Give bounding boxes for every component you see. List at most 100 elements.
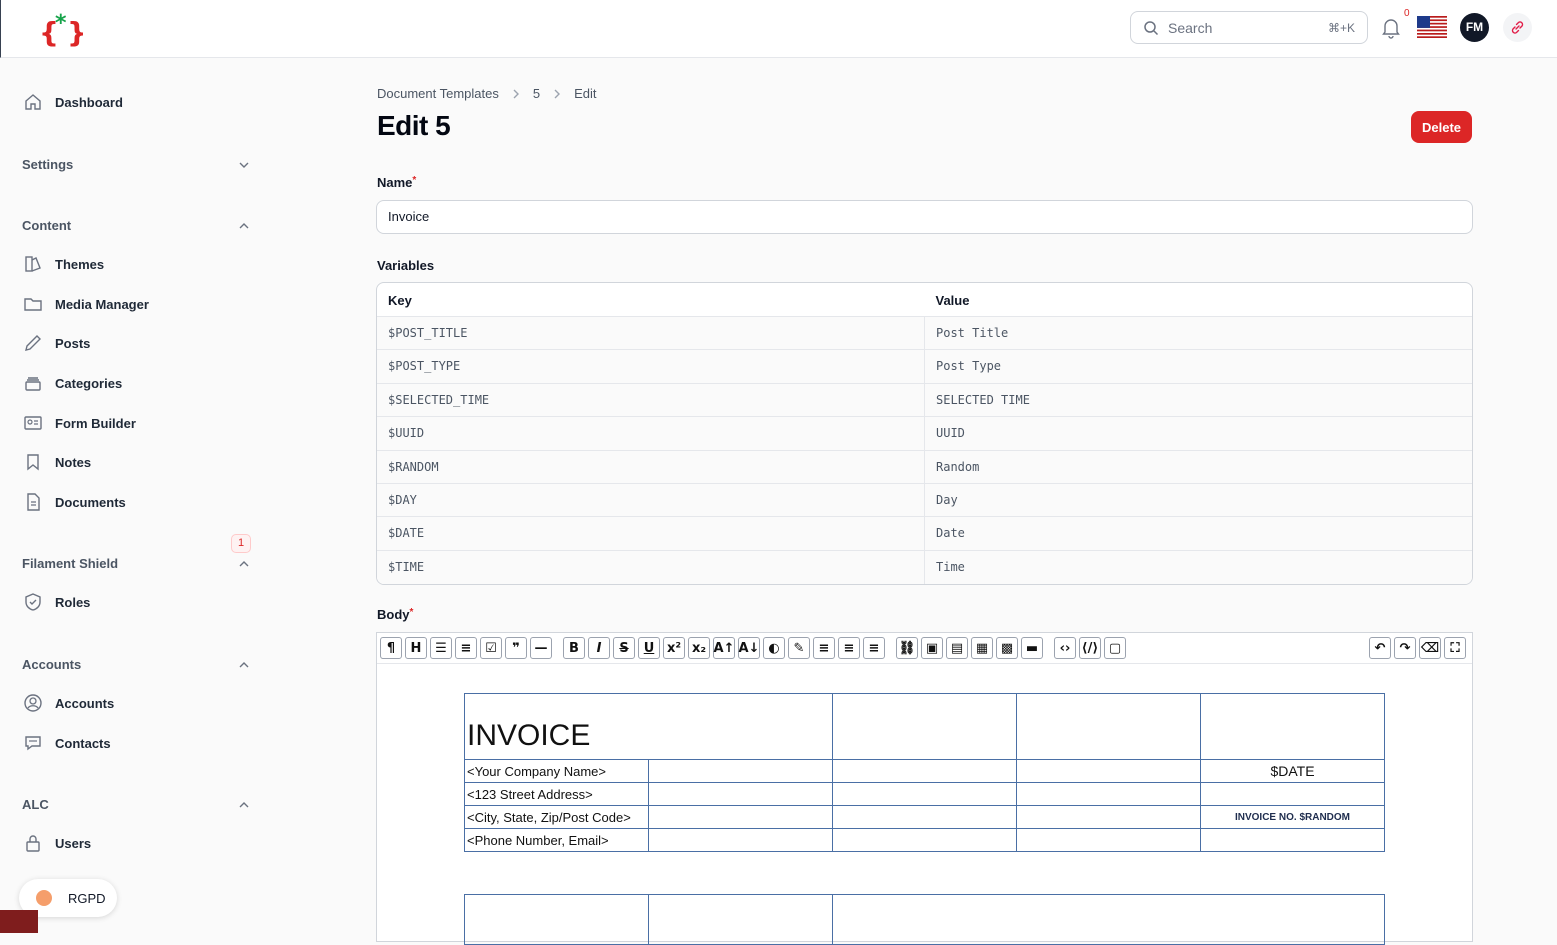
- font-size-down-icon[interactable]: A↓: [738, 637, 760, 659]
- table-cell[interactable]: [1200, 828, 1385, 852]
- bell-icon[interactable]: [1381, 17, 1401, 39]
- table-row[interactable]: $POST_TYPE Post Type: [377, 350, 1472, 384]
- breadcrumb-document-templates[interactable]: Document Templates: [377, 86, 499, 101]
- table-cell[interactable]: [648, 805, 833, 829]
- sidebar-item-categories[interactable]: Categories: [22, 371, 122, 395]
- sidebar-item-contacts[interactable]: Contacts: [22, 731, 111, 755]
- paragraph-icon[interactable]: ¶: [380, 637, 402, 659]
- name-field[interactable]: Invoice: [376, 200, 1473, 234]
- table-row[interactable]: $DAY Day: [377, 483, 1472, 518]
- table-cell[interactable]: [832, 828, 1017, 852]
- redo-icon[interactable]: ↷: [1394, 637, 1416, 659]
- sidebar-item-posts[interactable]: Posts: [22, 331, 90, 355]
- variable-key[interactable]: $DAY: [377, 483, 925, 517]
- us-flag-icon[interactable]: [1417, 16, 1447, 38]
- bold-icon[interactable]: B: [563, 637, 585, 659]
- variable-value[interactable]: Random: [925, 451, 1472, 483]
- align-right-icon[interactable]: ≡: [863, 637, 885, 659]
- sidebar-item-roles[interactable]: Roles: [22, 590, 90, 614]
- search-input[interactable]: Search ⌘+K: [1130, 11, 1368, 44]
- blocks-icon[interactable]: ▢: [1104, 637, 1126, 659]
- invoice-number-cell[interactable]: INVOICE NO. $RANDOM: [1200, 805, 1385, 829]
- sidebar-group-settings[interactable]: Settings: [22, 157, 250, 172]
- bullet-list-icon[interactable]: ☰: [430, 637, 452, 659]
- color-palette-icon[interactable]: ◐: [763, 637, 785, 659]
- table-cell[interactable]: [648, 894, 833, 945]
- variable-key[interactable]: $RANDOM: [377, 450, 925, 483]
- variable-key[interactable]: $DATE: [377, 517, 925, 550]
- table-cell[interactable]: [1016, 805, 1201, 829]
- variable-value[interactable]: Post Type: [925, 350, 1472, 382]
- date-cell[interactable]: $DATE: [1200, 759, 1385, 783]
- blockquote-icon[interactable]: ❞: [505, 637, 527, 659]
- table-cell[interactable]: [1016, 782, 1201, 806]
- ordered-list-icon[interactable]: ≡: [455, 637, 477, 659]
- strikethrough-icon[interactable]: S: [613, 637, 635, 659]
- table-row[interactable]: $SELECTED_TIME SELECTED TIME: [377, 383, 1472, 418]
- table-cell[interactable]: [832, 894, 1385, 945]
- variable-key[interactable]: $TIME: [377, 550, 925, 585]
- variable-value[interactable]: UUID: [925, 417, 1472, 449]
- table-cell[interactable]: [1200, 693, 1385, 760]
- table-row[interactable]: $DATE Date: [377, 517, 1472, 551]
- sidebar-group-alc[interactable]: ALC: [22, 797, 250, 812]
- variable-key[interactable]: $SELECTED_TIME: [377, 383, 925, 417]
- details-icon[interactable]: ▬: [1021, 637, 1043, 659]
- sidebar-item-themes[interactable]: Themes: [22, 252, 104, 276]
- highlight-icon[interactable]: ✎: [788, 637, 810, 659]
- table-cell[interactable]: [1200, 782, 1385, 806]
- city-cell[interactable]: <City, State, Zip/Post Code>: [464, 805, 649, 829]
- table-row[interactable]: $TIME Time: [377, 550, 1472, 585]
- table-cell[interactable]: [464, 894, 649, 945]
- sidebar-item-accounts[interactable]: Accounts: [22, 691, 114, 715]
- sidebar-group-content[interactable]: Content: [22, 218, 250, 233]
- variable-value[interactable]: Post Title: [925, 317, 1472, 349]
- rich-text-editor[interactable]: ¶ H ☰ ≡ ☑ ❞ — B I S U x² x₂ A↑ A↓ ◐ ✎ ≡ …: [376, 632, 1473, 945]
- variable-key[interactable]: $POST_TYPE: [377, 350, 925, 383]
- phone-email-cell[interactable]: <Phone Number, Email>: [464, 828, 649, 852]
- sidebar-group-accounts[interactable]: Accounts: [22, 657, 250, 672]
- company-name-cell[interactable]: <Your Company Name>: [464, 759, 649, 783]
- variable-value[interactable]: Time: [925, 551, 1472, 584]
- table-cell[interactable]: [832, 782, 1017, 806]
- laravel-logo-icon[interactable]: [0, 910, 38, 933]
- delete-button[interactable]: Delete: [1411, 111, 1472, 143]
- table-cell[interactable]: [832, 759, 1017, 783]
- avatar[interactable]: FM: [1460, 13, 1489, 42]
- street-address-cell[interactable]: <123 Street Address>: [464, 782, 649, 806]
- brand-logo[interactable]: { * }: [39, 10, 83, 48]
- link-button[interactable]: [1503, 13, 1532, 42]
- code-icon[interactable]: ‹›: [1054, 637, 1076, 659]
- table-row[interactable]: $POST_TITLE Post Title: [377, 317, 1472, 351]
- table-cell[interactable]: [832, 693, 1017, 760]
- horizontal-rule-icon[interactable]: —: [530, 637, 552, 659]
- table-row[interactable]: $UUID UUID: [377, 417, 1472, 451]
- table-cell[interactable]: [1016, 828, 1201, 852]
- sidebar-item-media-manager[interactable]: Media Manager: [22, 292, 149, 316]
- table-row[interactable]: $RANDOM Random: [377, 450, 1472, 484]
- grid-icon[interactable]: ▩: [996, 637, 1018, 659]
- italic-icon[interactable]: I: [588, 637, 610, 659]
- table-cell[interactable]: [1016, 759, 1201, 783]
- source-code-icon[interactable]: ⟨/⟩: [1079, 637, 1101, 659]
- variable-value[interactable]: SELECTED TIME: [925, 384, 1472, 416]
- variable-value[interactable]: Date: [925, 517, 1472, 549]
- fullscreen-icon[interactable]: ⛶: [1444, 637, 1466, 659]
- variable-key[interactable]: $UUID: [377, 417, 925, 450]
- variable-key[interactable]: $POST_TITLE: [377, 317, 925, 350]
- superscript-icon[interactable]: x²: [663, 637, 685, 659]
- subscript-icon[interactable]: x₂: [688, 637, 710, 659]
- image-icon[interactable]: ▣: [921, 637, 943, 659]
- sidebar-item-notes[interactable]: Notes: [22, 450, 91, 474]
- font-size-up-icon[interactable]: A↑: [713, 637, 735, 659]
- heading-icon[interactable]: H: [405, 637, 427, 659]
- video-icon[interactable]: ▤: [946, 637, 968, 659]
- table-cell[interactable]: [648, 759, 833, 783]
- invoice-heading[interactable]: INVOICE: [464, 693, 833, 760]
- sidebar-item-users[interactable]: Users: [22, 831, 91, 855]
- breadcrumb-record[interactable]: 5: [533, 86, 540, 101]
- underline-icon[interactable]: U: [638, 637, 660, 659]
- link-icon[interactable]: ⛓: [896, 637, 918, 659]
- undo-icon[interactable]: ↶: [1369, 637, 1391, 659]
- sidebar-group-filament-shield[interactable]: Filament Shield: [22, 556, 250, 571]
